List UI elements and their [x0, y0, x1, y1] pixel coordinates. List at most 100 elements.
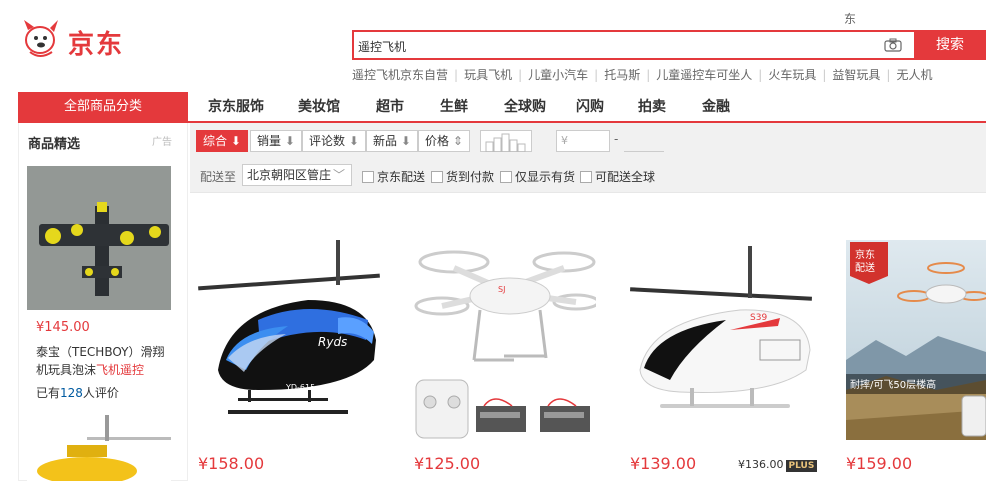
- hot-word[interactable]: 无人机: [896, 66, 932, 83]
- separator: |: [594, 68, 599, 82]
- sort-label: 价格: [425, 134, 450, 148]
- separator: |: [518, 68, 523, 82]
- arrow-down-icon: ⬇: [284, 134, 295, 148]
- blue-helicopter-image: Ryds YD-615: [198, 240, 380, 414]
- all-categories-button[interactable]: 全部商品分类: [18, 92, 188, 122]
- hot-word[interactable]: 火车玩具: [768, 66, 816, 83]
- hot-word[interactable]: 托马斯: [604, 66, 640, 83]
- search-button[interactable]: 搜索: [914, 30, 986, 60]
- product-price-2: ¥125.00: [414, 454, 481, 473]
- nav-item[interactable]: 拍卖: [638, 92, 702, 122]
- arrow-down-icon: ⬇: [400, 134, 411, 148]
- review-suffix: 人评价: [82, 386, 119, 400]
- drone-landscape-image: 京东 配送 耐摔/可飞50层楼高: [846, 240, 986, 440]
- product-price-3: ¥139.00: [630, 454, 697, 473]
- hot-word[interactable]: 儿童小汽车: [528, 66, 588, 83]
- jd-dog-icon: [24, 20, 58, 57]
- checkbox-global[interactable]: 可配送全球: [580, 168, 655, 185]
- checkbox-icon: [580, 171, 592, 183]
- chevron-down-icon: ﹀: [332, 168, 345, 182]
- sort-comprehensive[interactable]: 综合 ⬇: [196, 130, 248, 152]
- hot-word[interactable]: 玩具飞机: [464, 66, 512, 83]
- nav-item[interactable]: 金融: [702, 92, 752, 122]
- ship-location-value: 北京朝阳区管庄: [247, 168, 332, 182]
- arrow-down-icon: ⬇: [348, 134, 359, 148]
- view-toggle-icon[interactable]: [480, 130, 532, 152]
- sidebar-product-name[interactable]: 泰宝（TECHBOY）滑翔机玩具泡沫飞机遥控: [36, 343, 166, 379]
- separator: |: [822, 68, 827, 82]
- product-name-highlight: 飞机遥控: [96, 363, 145, 377]
- white-drone-image: SJ: [414, 250, 596, 439]
- checkbox-icon: [362, 171, 374, 183]
- delivery-badge-text: 京东: [855, 248, 875, 261]
- product-price-4: ¥159.00: [846, 454, 913, 473]
- nav-item[interactable]: 闪购: [576, 92, 638, 122]
- arrow-down-icon: ⬇: [230, 134, 241, 148]
- sort-sales[interactable]: 销量 ⬇: [250, 130, 302, 152]
- nav-item[interactable]: 美妆馆: [298, 92, 376, 122]
- hot-word[interactable]: 益智玩具: [832, 66, 880, 83]
- checkbox-label: 货到付款: [446, 170, 495, 184]
- white-helicopter-image: S39: [630, 246, 812, 408]
- helicopter-brand-text: Ryds: [318, 335, 347, 349]
- hot-words: 遥控飞机京东自营 | 玩具飞机 | 儿童小汽车 | 托马斯 | 儿童遥控车可坐人 | 火车玩具 | 益智…: [352, 66, 932, 84]
- review-count-link[interactable]: 128: [60, 386, 83, 400]
- ship-to-label: 配送至: [200, 170, 237, 184]
- sort-label: 新品: [373, 134, 398, 148]
- top-link[interactable]: 东: [844, 10, 856, 27]
- product-image-1[interactable]: Ryds YD-615: [198, 240, 380, 440]
- checkbox-label: 京东配送: [377, 170, 426, 184]
- sidebar-product-price: ¥145.00: [36, 320, 90, 335]
- checkbox-label: 可配送全球: [595, 170, 656, 184]
- hot-word[interactable]: 遥控飞机京东自营: [352, 66, 448, 83]
- search-box: [352, 30, 914, 60]
- product-image-2[interactable]: SJ: [414, 240, 596, 440]
- updown-arrow-icon: ⇕: [452, 134, 463, 148]
- checkbox-jd-delivery[interactable]: 京东配送: [362, 168, 425, 185]
- sort-reviews[interactable]: 评论数 ⬇: [302, 130, 366, 152]
- sidebar-product-image-2[interactable]: [27, 415, 171, 481]
- logo-text[interactable]: 京东: [68, 24, 124, 61]
- price-min-input[interactable]: ¥: [556, 130, 610, 152]
- sort-label: 销量: [257, 134, 282, 148]
- sidebar-review-count: 已有128人评价: [36, 384, 119, 401]
- plus-price-value: ¥136.00: [738, 458, 784, 471]
- product-image-4[interactable]: 京东 配送 耐摔/可飞50层楼高: [846, 240, 986, 440]
- product-price-1: ¥158.00: [198, 454, 265, 473]
- helicopter-model-text: S39: [750, 313, 767, 323]
- ship-location-select[interactable]: 北京朝阳区管庄 ﹀: [242, 164, 352, 186]
- nav-item[interactable]: 京东服饰: [208, 92, 298, 122]
- main-nav: 京东服饰 美妆馆 超市 生鲜 全球购 闪购 拍卖 金融: [208, 92, 752, 122]
- svg-text:SJ: SJ: [498, 285, 505, 294]
- separator: |: [758, 68, 763, 82]
- product-image-3[interactable]: S39: [630, 240, 812, 440]
- price-dash: -: [614, 132, 619, 146]
- product-caption: 耐摔/可飞50层楼高: [850, 378, 936, 391]
- checkbox-cod[interactable]: 货到付款: [431, 168, 494, 185]
- separator: |: [454, 68, 459, 82]
- search-input[interactable]: [358, 36, 858, 56]
- plus-price: ¥136.00 PLUS: [738, 458, 818, 472]
- glider-plane-image: [27, 166, 171, 310]
- svg-text:配送: 配送: [855, 261, 875, 274]
- nav-item[interactable]: 生鲜: [440, 92, 504, 122]
- nav-item[interactable]: 全球购: [504, 92, 576, 122]
- sort-price[interactable]: 价格 ⇕: [418, 130, 470, 152]
- camera-icon[interactable]: [884, 38, 902, 52]
- sort-new[interactable]: 新品 ⬇: [366, 130, 418, 152]
- review-prefix: 已有: [36, 386, 61, 400]
- price-max-input[interactable]: [624, 130, 664, 152]
- checkbox-icon: [500, 171, 512, 183]
- separator: |: [646, 68, 651, 82]
- separator: |: [886, 68, 891, 82]
- checkbox-icon: [431, 171, 443, 183]
- nav-item[interactable]: 超市: [376, 92, 440, 122]
- sidebar-product-image[interactable]: [27, 166, 171, 310]
- checkbox-in-stock[interactable]: 仅显示有货: [500, 168, 575, 185]
- helicopter-image: [27, 415, 171, 481]
- hot-word[interactable]: 儿童遥控车可坐人: [656, 66, 752, 83]
- plus-badge: PLUS: [785, 460, 818, 472]
- sort-label: 综合: [203, 134, 228, 148]
- checkbox-label: 仅显示有货: [515, 170, 576, 184]
- ad-label: 广告: [152, 137, 172, 148]
